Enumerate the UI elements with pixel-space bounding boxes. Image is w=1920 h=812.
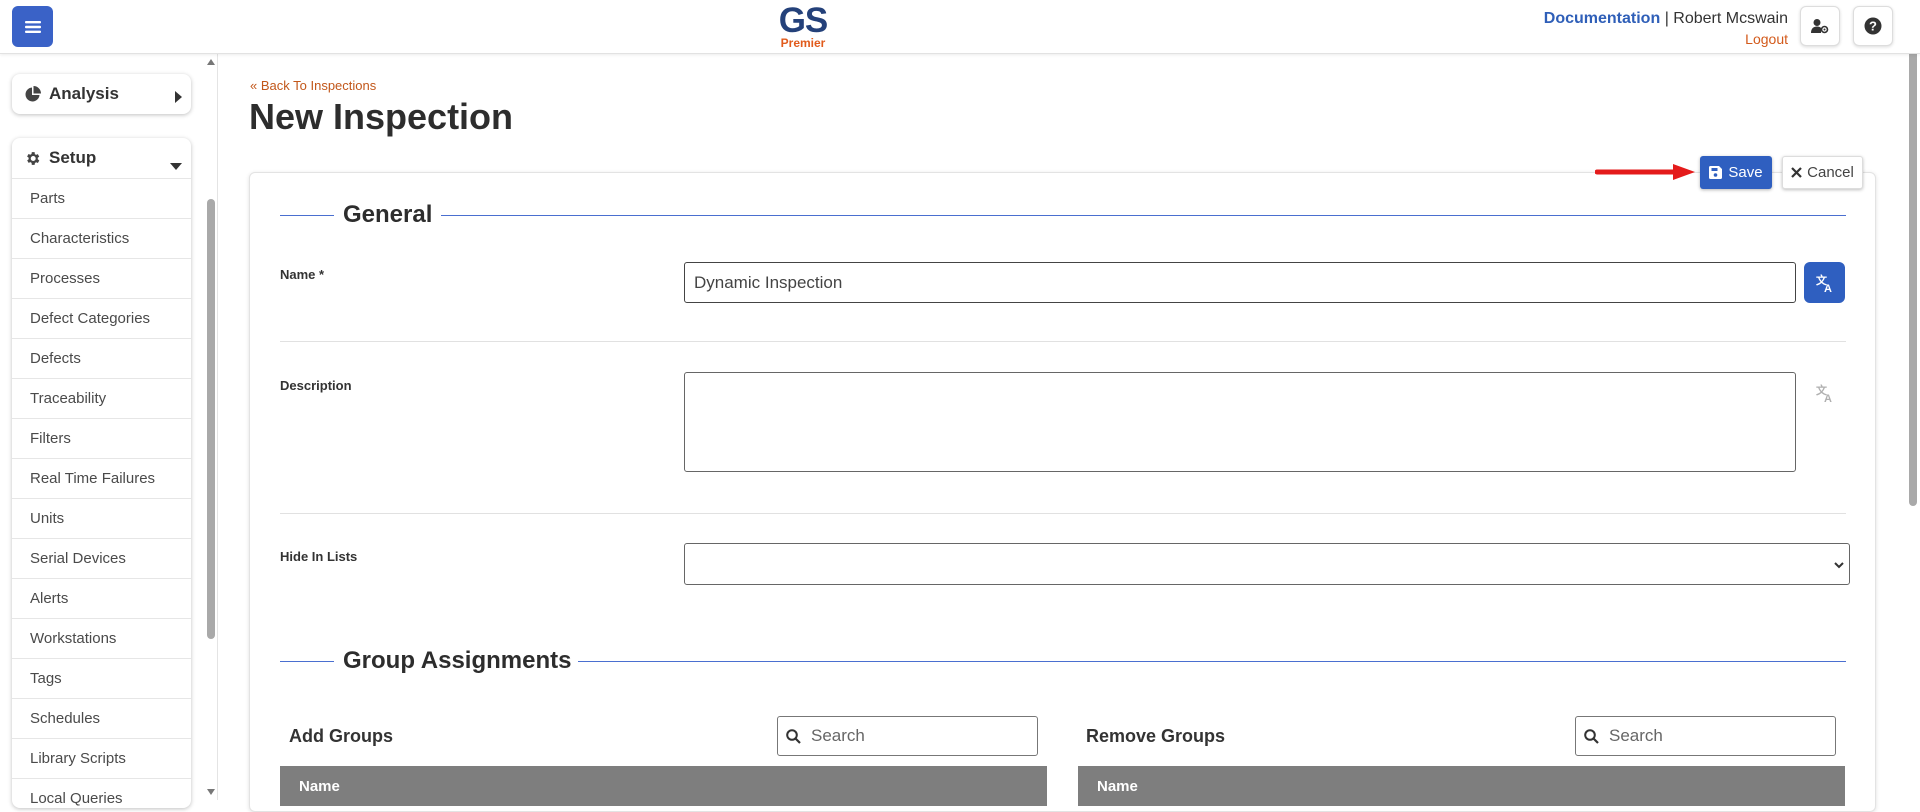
remove-groups-label: Remove Groups — [1086, 726, 1226, 746]
setup-header[interactable]: Setup — [12, 138, 191, 178]
description-label: Description — [280, 378, 352, 393]
search-icon — [786, 728, 801, 744]
form-divider — [280, 513, 1846, 514]
translate-icon: 文 A — [1816, 383, 1832, 403]
name-label: Name * — [280, 267, 325, 282]
cancel-label: Cancel — [1807, 164, 1854, 181]
sidebar-item-defect-categories[interactable]: Defect Categories — [12, 298, 191, 338]
annotation-arrow-icon — [1595, 164, 1695, 180]
sidebar-item-serial-devices[interactable]: Serial Devices — [12, 538, 191, 578]
logo-main-text: GS — [778, 1, 829, 40]
form-divider — [280, 341, 1846, 342]
logo-sub-text: Premier — [780, 36, 826, 50]
user-area: Documentation | Robert Mcswain Logout — [1544, 10, 1788, 47]
analysis-label: Analysis — [49, 84, 119, 103]
documentation-link[interactable]: Documentation — [1544, 10, 1660, 27]
gear-icon — [24, 150, 41, 167]
group-assignments-section-header: Group Assignments — [280, 647, 1846, 677]
menu-button[interactable] — [12, 6, 53, 47]
setup-panel: Setup Parts Characteristics Processes De… — [12, 138, 191, 808]
sidebar-item-processes[interactable]: Processes — [12, 258, 191, 298]
logout-link[interactable]: Logout — [1544, 31, 1788, 47]
user-settings-button[interactable] — [1800, 6, 1840, 46]
sidebar-item-alerts[interactable]: Alerts — [12, 578, 191, 618]
name-input[interactable]: Dynamic Inspection — [684, 262, 1796, 303]
hide-in-lists-select[interactable] — [684, 543, 1850, 585]
inspection-form-card: General Name * Dynamic Inspection 文 A De… — [249, 172, 1876, 812]
add-groups-search-input[interactable]: Search — [777, 716, 1038, 756]
remove-groups-search-input[interactable]: Search — [1575, 716, 1836, 756]
analysis-header[interactable]: Analysis — [12, 74, 191, 114]
sidebar-item-filters[interactable]: Filters — [12, 418, 191, 458]
setup-label: Setup — [49, 148, 97, 167]
back-to-inspections-link[interactable]: « Back To Inspections — [250, 78, 376, 93]
general-section-header: General — [280, 201, 1846, 231]
sidebar-item-defects[interactable]: Defects — [12, 338, 191, 378]
help-button[interactable]: ? — [1853, 6, 1893, 46]
back-link-label: Back To Inspections — [260, 78, 377, 93]
save-label: Save — [1728, 164, 1763, 181]
section-line-right — [441, 215, 1846, 216]
sidebar-item-workstations[interactable]: Workstations — [12, 618, 191, 658]
search-icon — [1584, 728, 1599, 744]
section-line-left — [280, 661, 334, 662]
sidebar-item-characteristics[interactable]: Characteristics — [12, 218, 191, 258]
x-icon — [1791, 167, 1802, 178]
add-groups-table-header: Name — [280, 766, 1047, 806]
caret-right-icon — [175, 88, 182, 108]
add-groups-name-column[interactable]: Name — [299, 778, 340, 795]
chevron-down-icon — [1833, 558, 1845, 576]
sidebar: Analysis Setup Parts Characteristics Pro… — [0, 54, 218, 808]
sidebar-item-local-queries[interactable]: Local Queries — [12, 778, 191, 808]
svg-text:A: A — [1824, 283, 1832, 293]
user-name: Robert Mcswain — [1673, 10, 1788, 27]
setup-nav-list: Parts Characteristics Processes Defect C… — [12, 178, 191, 808]
section-line-right — [578, 661, 1846, 662]
sidebar-item-tags[interactable]: Tags — [12, 658, 191, 698]
page-scrollbar[interactable] — [1906, 0, 1920, 800]
floppy-disk-icon — [1709, 166, 1723, 179]
name-input-value: Dynamic Inspection — [694, 272, 843, 292]
add-groups-label: Add Groups — [289, 726, 393, 746]
save-button[interactable]: Save — [1700, 156, 1772, 189]
sidebar-item-parts[interactable]: Parts — [12, 178, 191, 218]
page-scroll-thumb[interactable] — [1909, 3, 1917, 506]
scroll-up-arrow[interactable] — [206, 57, 216, 67]
caret-down-icon — [170, 155, 182, 175]
app-logo[interactable]: GS Premier — [778, 1, 829, 50]
description-translate-button[interactable]: 文 A — [1804, 372, 1845, 413]
group-assignments-title: Group Assignments — [343, 647, 580, 675]
name-translate-button[interactable]: 文 A — [1804, 262, 1845, 303]
sidebar-item-traceability[interactable]: Traceability — [12, 378, 191, 418]
sidebar-item-schedules[interactable]: Schedules — [12, 698, 191, 738]
general-section-title: General — [343, 201, 441, 229]
hamburger-icon — [24, 20, 41, 33]
sidebar-item-units[interactable]: Units — [12, 498, 191, 538]
header-separator: | — [1664, 10, 1669, 27]
section-line-left — [280, 215, 334, 216]
svg-text:A: A — [1824, 393, 1832, 403]
svg-text:?: ? — [1869, 19, 1877, 34]
analysis-panel[interactable]: Analysis — [12, 74, 191, 114]
remove-groups-table-header: Name — [1078, 766, 1845, 806]
sidebar-scrollbar[interactable] — [205, 54, 217, 800]
sidebar-item-library-scripts[interactable]: Library Scripts — [12, 738, 191, 778]
translate-icon: 文 A — [1816, 273, 1832, 293]
user-cog-icon — [1811, 19, 1829, 34]
page-title: New Inspection — [249, 96, 514, 137]
add-groups-search-placeholder: Search — [811, 726, 865, 745]
question-circle-icon: ? — [1864, 17, 1882, 35]
remove-groups-search-placeholder: Search — [1609, 726, 1663, 745]
remove-groups-name-column[interactable]: Name — [1097, 778, 1138, 795]
cancel-button[interactable]: Cancel — [1782, 156, 1863, 189]
double-chevron-left-icon: « — [250, 78, 258, 93]
hide-in-lists-label: Hide In Lists — [280, 549, 358, 564]
scroll-down-arrow[interactable] — [206, 787, 216, 797]
sidebar-scroll-thumb[interactable] — [207, 199, 215, 639]
description-textarea[interactable] — [684, 372, 1796, 472]
pie-chart-icon — [24, 85, 41, 103]
sidebar-item-real-time-failures[interactable]: Real Time Failures — [12, 458, 191, 498]
top-bar: GS Premier Documentation | Robert Mcswai… — [0, 0, 1920, 54]
